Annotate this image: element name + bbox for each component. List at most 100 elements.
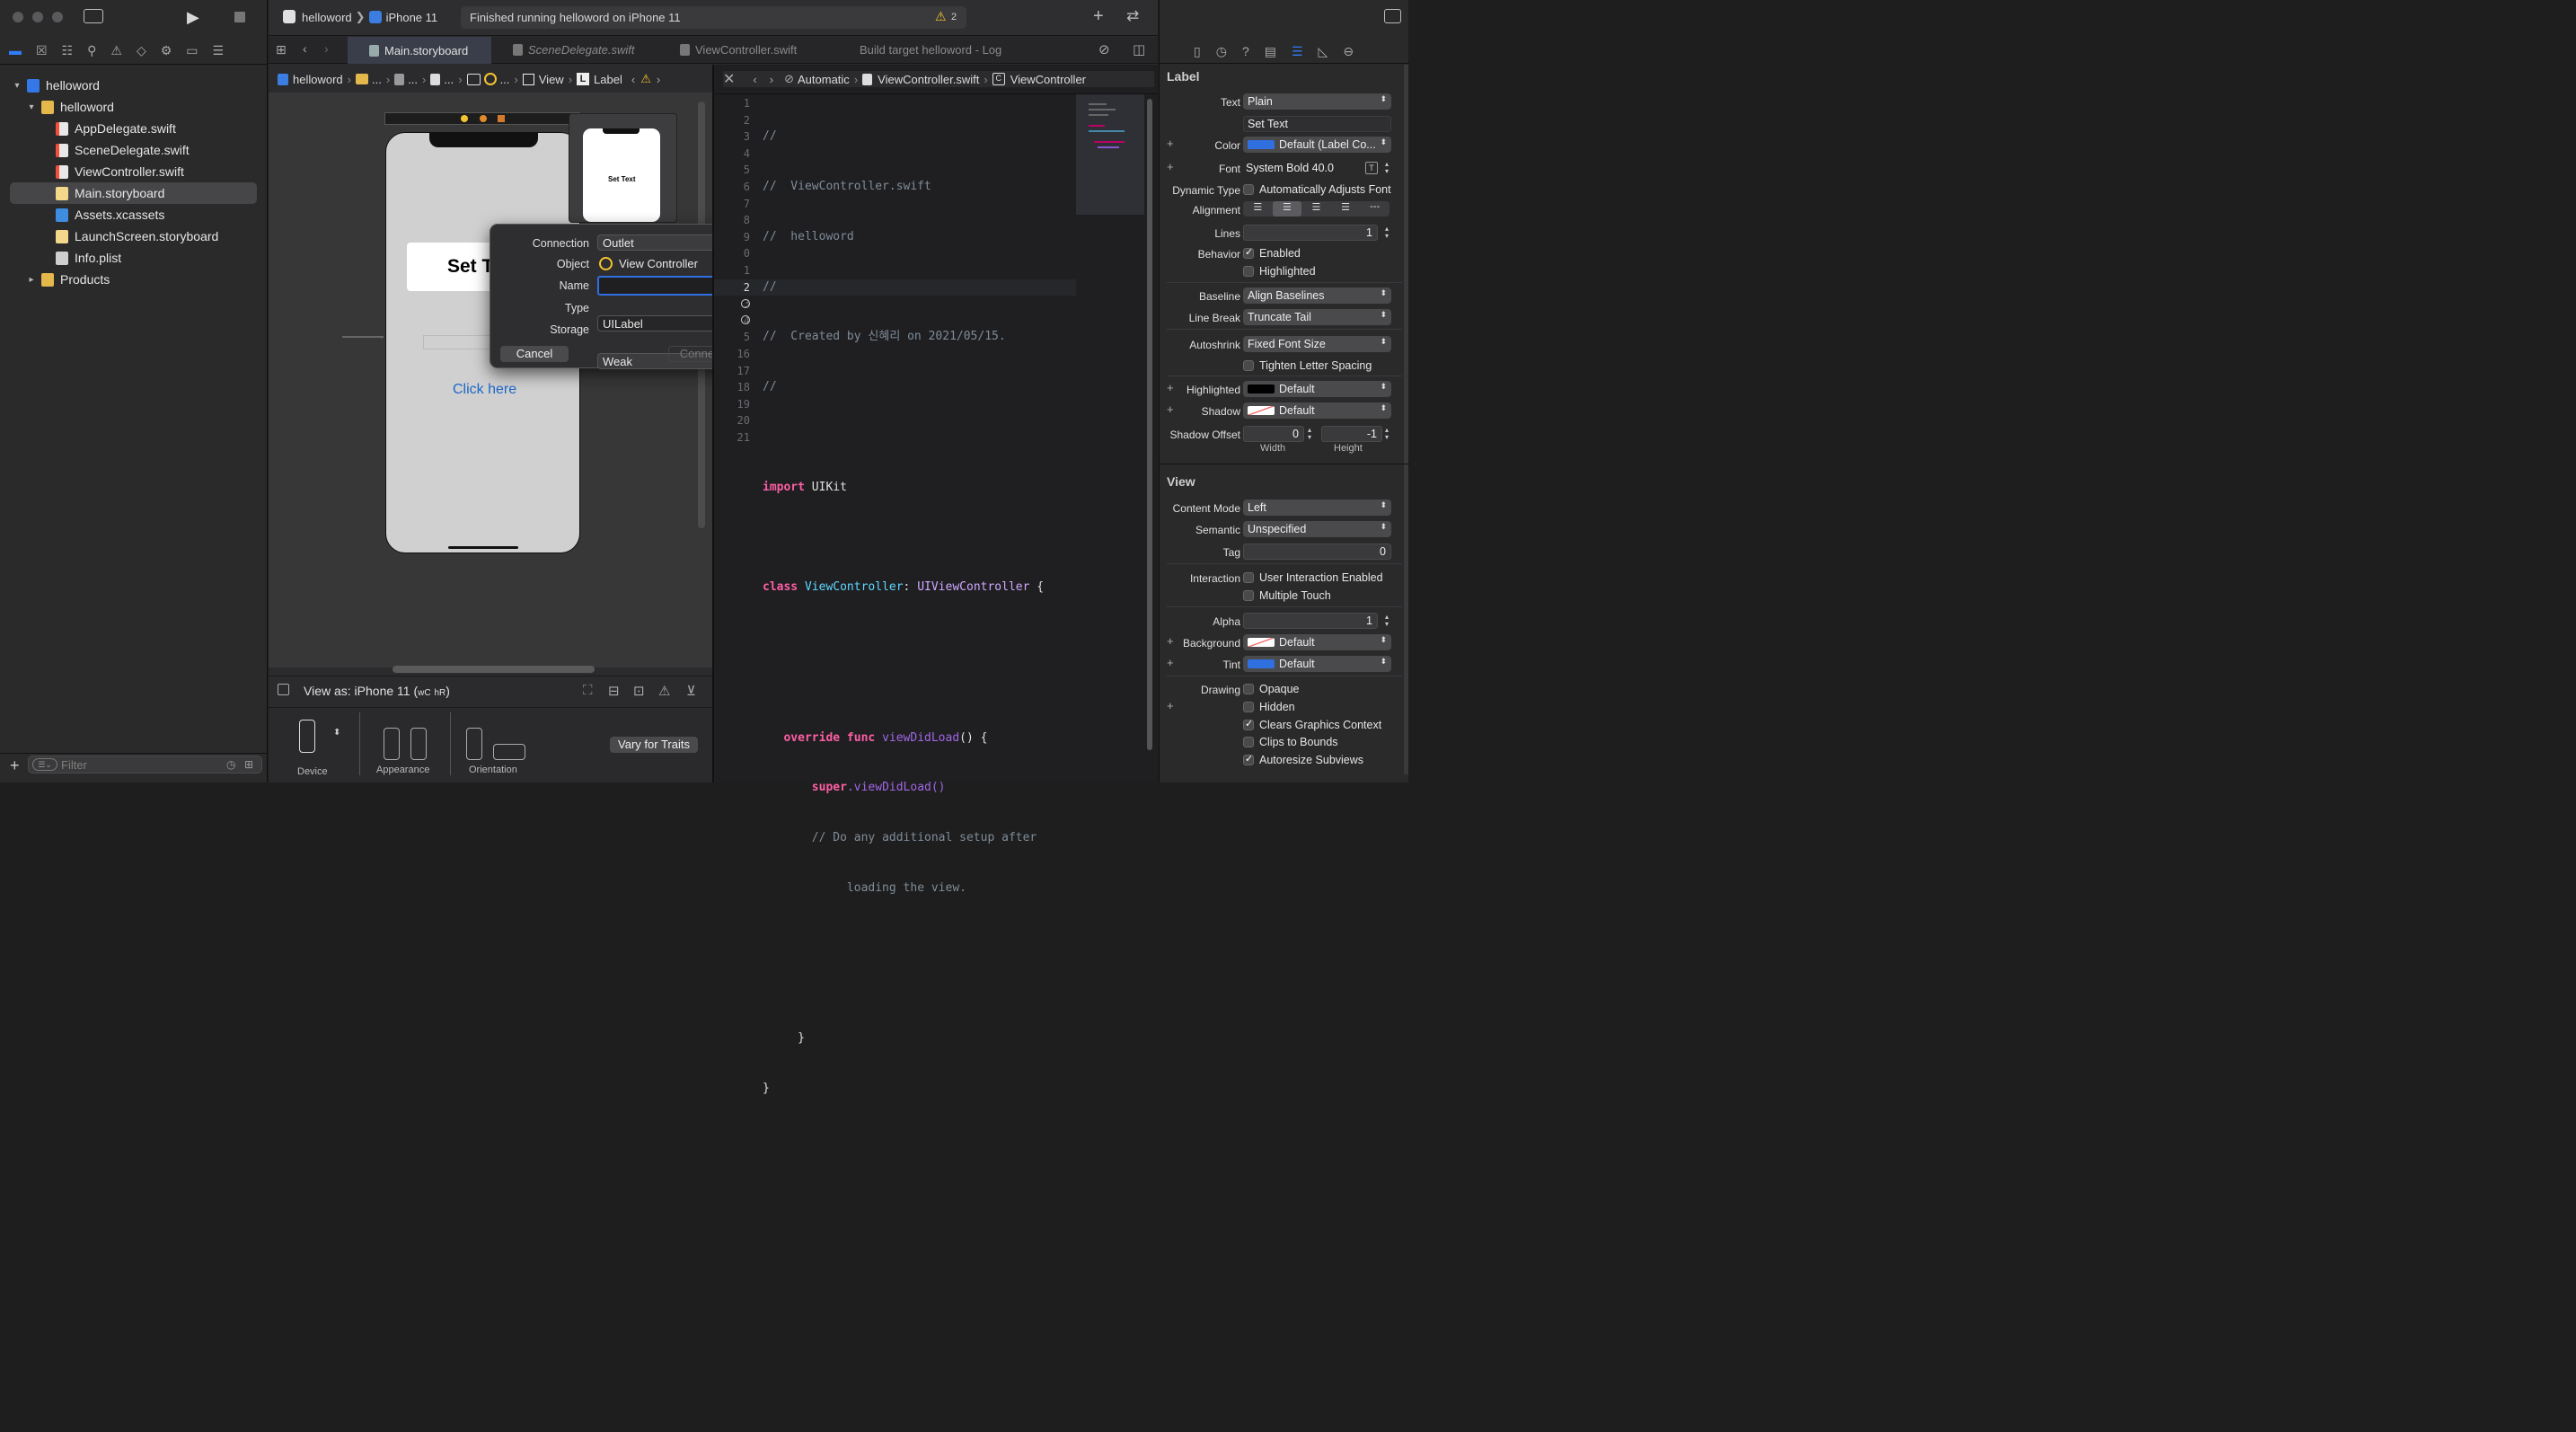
stop-button[interactable] [234,12,245,22]
editor-scrollbar[interactable] [1147,99,1152,750]
folder-icon[interactable]: ▬ [9,43,22,57]
attributes-inspector-icon[interactable]: ☰ [1292,44,1303,59]
resolve-issues-icon[interactable]: ⚠ [658,683,670,699]
portrait-icon[interactable] [466,728,482,760]
content-mode-popup[interactable]: Left ⬍ [1243,499,1391,516]
back-icon[interactable]: ‹ [753,73,756,86]
align-natural-icon[interactable]: --- [1360,201,1389,217]
checkbox[interactable] [1243,590,1254,601]
back-icon[interactable]: ‹ [303,41,307,56]
crumb-controller[interactable]: ... [500,73,510,86]
close-editor-icon[interactable]: ✕ [723,70,735,88]
test-icon[interactable]: ◇ [137,43,146,58]
zoom-window-button[interactable] [52,12,63,22]
font-picker-icon[interactable]: T [1365,162,1378,174]
debug-icon[interactable]: ⚙ [161,43,172,58]
crumb-group[interactable]: ... [372,73,382,86]
autoresize-checkbox[interactable]: Autoresize Subviews [1243,753,1363,766]
related-items-icon[interactable]: ⊘ [784,72,794,86]
tag-field[interactable]: 0 [1243,544,1391,560]
embed-in-icon[interactable]: ⊻ [686,683,696,699]
add-variation-icon[interactable]: + [1167,381,1174,394]
size-inspector-icon[interactable]: ◺ [1319,44,1328,59]
stepper-icon[interactable]: ▴ ▾ [1382,225,1391,242]
file-row[interactable]: ViewController.swift [0,162,268,181]
forward-icon[interactable]: › [324,41,329,56]
alignment-segmented[interactable]: ☰ ☰ ☰ ☰ --- [1243,201,1389,217]
device-icon[interactable] [299,720,315,753]
products-row[interactable]: ▸ Products [0,270,268,289]
tighten-checkbox[interactable]: Tighten Letter Spacing [1243,359,1372,372]
add-variation-icon[interactable]: + [1167,137,1174,150]
tab-scene-delegate[interactable]: SceneDelegate.swift [513,43,635,57]
view-as-label[interactable]: View as: iPhone 11 (wC hR) [304,684,450,698]
scene-dock[interactable] [384,112,580,125]
first-responder-icon[interactable] [480,115,487,122]
assistant-jump-bar[interactable]: ✕ ‹ › ⊘ Automatic › ViewController.swift… [723,71,1154,87]
file-row-selected[interactable]: Main.storyboard [0,183,268,203]
breakpoint-icon[interactable]: ▭ [186,43,198,58]
checkbox[interactable] [1243,684,1254,694]
add-variation-icon[interactable]: + [1167,402,1174,416]
clips-to-bounds-checkbox[interactable]: Clips to Bounds [1243,736,1338,748]
add-constraints-icon[interactable]: ⊡ [633,683,645,699]
view-controller-icon[interactable] [461,115,468,122]
warning-icon[interactable]: ⚠ [640,72,651,86]
disclosure-open-icon[interactable]: ▾ [11,81,23,91]
align-justify-icon[interactable]: ☰ [1331,201,1361,217]
close-window-button[interactable] [13,12,23,22]
library-add-icon[interactable]: + [1093,6,1104,27]
checkbox[interactable] [1243,266,1254,277]
file-row[interactable]: Assets.xcassets [0,205,268,225]
crumb-project[interactable]: helloword [293,73,343,86]
horizontal-scrollbar[interactable] [393,666,595,673]
checkbox[interactable] [1243,572,1254,583]
align-left-icon[interactable]: ☰ [1243,201,1273,217]
cancel-button[interactable]: Cancel [500,346,569,362]
file-row[interactable]: Info.plist [0,248,268,268]
crumb-symbol[interactable]: ViewController [1010,73,1086,86]
autoshrink-popup[interactable]: Fixed Font Size ⬍ [1243,336,1391,352]
hidden-checkbox[interactable]: Hidden [1243,701,1295,713]
multiple-touch-checkbox[interactable]: Multiple Touch [1243,589,1331,602]
disclosure-open-icon[interactable]: ▾ [25,102,38,112]
align-icon[interactable]: ⊟ [608,683,620,699]
checkbox[interactable] [1243,753,1254,765]
stepper-icon[interactable]: ▴ ▾ [1382,614,1391,630]
opaque-checkbox[interactable]: Opaque [1243,683,1299,695]
report-icon[interactable]: ☰ [213,43,225,58]
connections-inspector-icon[interactable]: ⊖ [1343,44,1354,59]
assistant-mode[interactable]: Automatic [798,73,850,86]
update-frames-icon[interactable]: ⛶ [583,683,593,698]
history-inspector-icon[interactable]: ◷ [1216,44,1227,59]
identity-inspector-icon[interactable]: ▤ [1265,44,1276,59]
click-here-button[interactable]: Click here [453,382,516,398]
code-review-icon[interactable]: ⇄ [1126,7,1139,25]
background-popup[interactable]: Default ⬍ [1243,634,1391,650]
issue-icon[interactable]: ⚠ [110,43,122,58]
scm-filter-icon[interactable]: ⊞ [244,758,253,771]
project-row[interactable]: ▾ helloword [0,75,268,95]
stepper-icon[interactable]: ▴ ▾ [1382,161,1391,177]
scheme-selector[interactable]: helloword ❯ iPhone 11 [302,10,437,24]
enabled-checkbox[interactable]: Enabled [1243,246,1301,260]
storyboard-canvas[interactable]: Set Text Click here → Set Text [269,93,712,673]
code-editor[interactable]: ✕ ‹ › ⊘ Automatic › ViewController.swift… [714,65,1158,1095]
color-popup[interactable]: Default (Label Co... ⬍ [1243,137,1391,153]
ib-jump-bar[interactable]: helloword › ... › ... › ... › ... › View… [278,71,660,87]
add-icon[interactable]: + [10,756,20,775]
vary-for-traits-button[interactable]: Vary for Traits [610,737,698,753]
stepper-icon[interactable]: ▴ ▾ [1382,427,1391,443]
checkbox[interactable] [1243,184,1254,195]
add-variation-icon[interactable]: + [1167,699,1174,712]
chevron-left-icon[interactable]: ‹ [631,73,635,86]
stepper-icon[interactable]: ▴ ▾ [1305,427,1314,443]
filter-field[interactable]: ☰⌄ Filter ◷ ⊞ [28,756,262,773]
tab-main-storyboard[interactable]: Main.storyboard [348,37,491,64]
landscape-icon[interactable] [493,744,525,760]
disclosure-closed-icon[interactable]: ▸ [25,275,38,285]
run-button[interactable]: ▶ [187,8,199,27]
connection-circle-icon[interactable] [741,315,750,324]
shadow-height-field[interactable]: -1 [1321,426,1382,442]
tab-build-log[interactable]: Build target helloword - Log [860,43,1001,57]
